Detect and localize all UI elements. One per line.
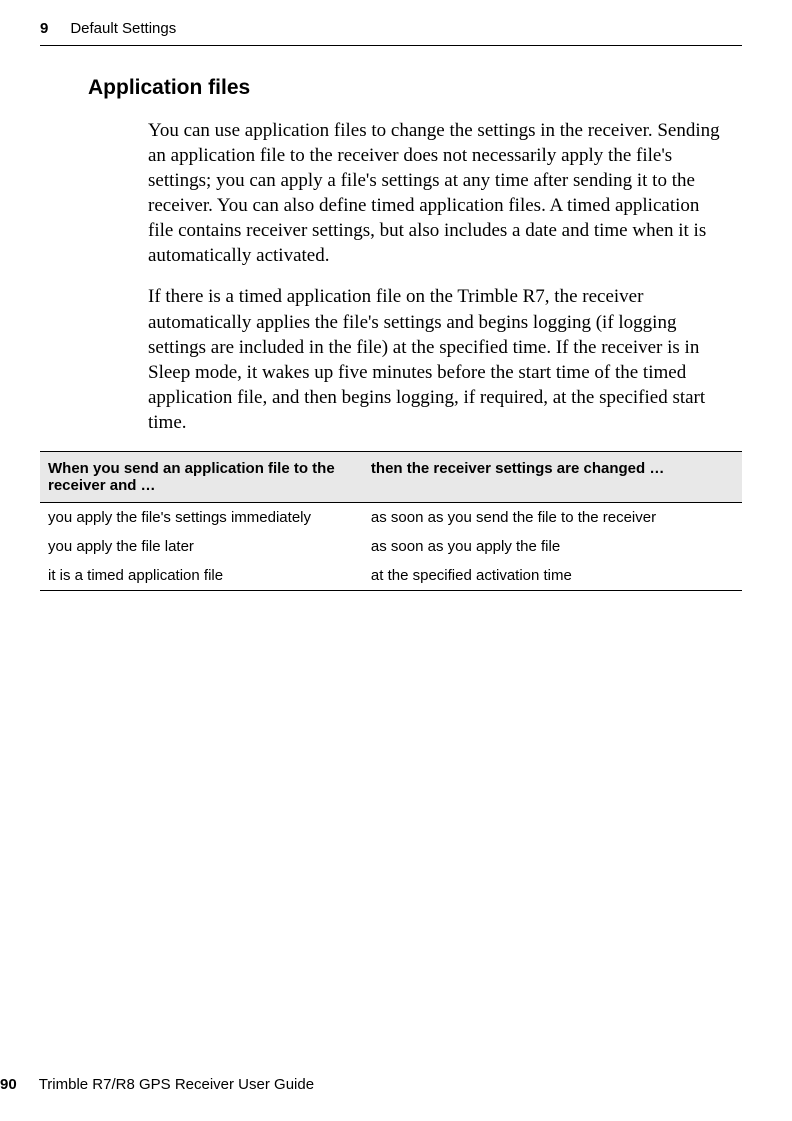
application-file-table: When you send an application file to the… xyxy=(40,451,742,591)
table-header-row: When you send an application file to the… xyxy=(40,451,742,502)
table-row: you apply the file's settings immediatel… xyxy=(40,502,742,532)
table-cell: you apply the file's settings immediatel… xyxy=(40,502,363,532)
table-cell: it is a timed application file xyxy=(40,561,363,591)
paragraph-1: You can use application files to change … xyxy=(148,118,722,268)
table-header-right: then the receiver settings are changed … xyxy=(363,451,742,502)
page-number: 90 xyxy=(0,1076,17,1093)
table-cell: at the specified activation time xyxy=(363,561,742,591)
table-cell: as soon as you send the file to the rece… xyxy=(363,502,742,532)
table-cell: as soon as you apply the file xyxy=(363,532,742,561)
chapter-title: Default Settings xyxy=(70,20,176,37)
table-row: it is a timed application file at the sp… xyxy=(40,561,742,591)
page-container: 9 Default Settings Application files You … xyxy=(0,0,792,1121)
table-header-left: When you send an application file to the… xyxy=(40,451,363,502)
section-title: Application files xyxy=(88,76,742,100)
running-header: 9 Default Settings xyxy=(40,20,742,46)
paragraph-2: If there is a timed application file on … xyxy=(148,284,722,434)
chapter-number: 9 xyxy=(40,20,48,37)
table-cell: you apply the file later xyxy=(40,532,363,561)
page-footer: 90 Trimble R7/R8 GPS Receiver User Guide xyxy=(0,1076,792,1093)
table-row: you apply the file later as soon as you … xyxy=(40,532,742,561)
footer-doc-title: Trimble R7/R8 GPS Receiver User Guide xyxy=(39,1076,314,1093)
